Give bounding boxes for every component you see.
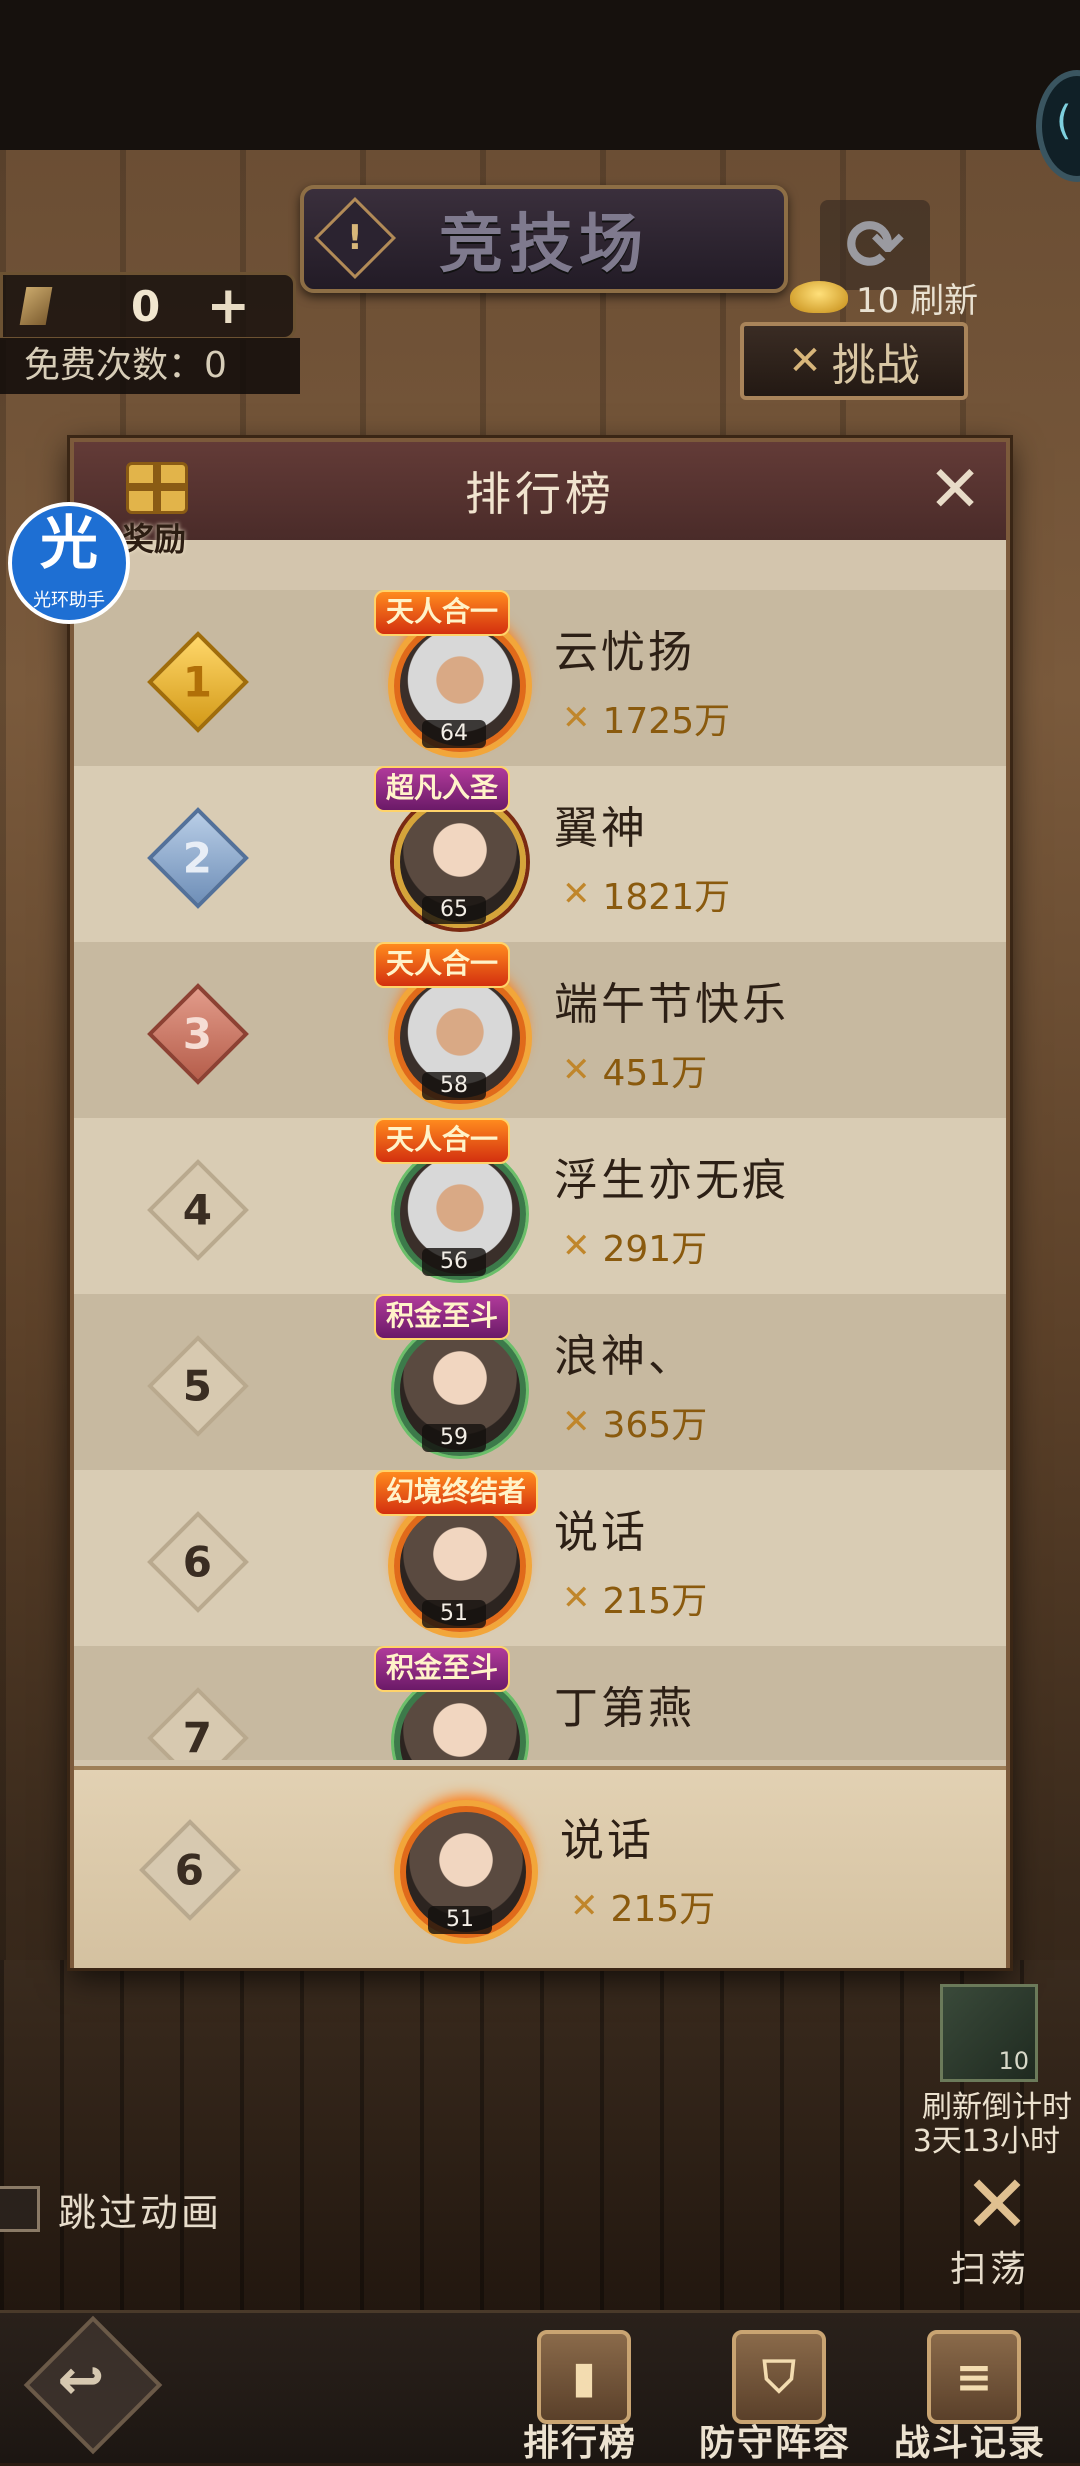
countdown-icon: 10: [940, 1984, 1038, 2082]
modal-header: 奖励 排行榜 ✕: [74, 442, 1006, 558]
player-level: 65: [422, 896, 486, 924]
player-name: 说话: [560, 1815, 654, 1866]
crossed-swords-icon: ✕: [963, 2158, 1031, 2251]
ranking-row[interactable]: 3 58 天人合一 端午节快乐 ✕ 451万: [74, 942, 1006, 1118]
player-avatar[interactable]: 56: [394, 1148, 526, 1280]
player-level: 58: [422, 1072, 486, 1100]
power-value: ✕ 215万: [562, 1578, 708, 1622]
crossed-swords-icon: ✕: [562, 1050, 591, 1090]
player-name: 说话: [554, 1507, 648, 1558]
title-tag: 天人合一: [374, 942, 511, 988]
top-status-area: [0, 0, 1080, 150]
add-ticket-button[interactable]: +: [204, 276, 252, 336]
player-avatar[interactable]: 59: [394, 1324, 526, 1456]
rank-badge: 7: [147, 1687, 249, 1760]
player-name: 云忧扬: [554, 627, 695, 678]
rank-badge: 5: [147, 1335, 249, 1437]
my-avatar[interactable]: 51: [400, 1806, 532, 1938]
power-value: ✕ 1821万: [562, 874, 731, 918]
player-avatar[interactable]: 51: [394, 1500, 526, 1632]
title-tag: 超凡入圣: [374, 766, 511, 812]
gold-ingot-icon: [790, 281, 848, 313]
player-name: 翼神: [554, 803, 648, 854]
crossed-swords-icon: ✕: [562, 874, 591, 914]
crossed-swords-icon: ✕: [562, 1402, 591, 1442]
rank-badge-gold: 1: [147, 631, 249, 733]
ranking-row[interactable]: 7 积金至斗 丁第燕: [74, 1646, 1006, 1760]
player-avatar[interactable]: 65: [394, 796, 526, 928]
ticket-count: 0: [131, 281, 161, 331]
gift-box-icon: [126, 462, 188, 514]
challenge-button[interactable]: ✕ 挑战: [740, 322, 968, 400]
back-arrow-icon: ↩: [57, 2348, 105, 2414]
player-name: 浪神、: [554, 1331, 695, 1382]
player-name: 浮生亦无痕: [554, 1155, 789, 1206]
power-value: ✕ 215万: [570, 1886, 716, 1930]
skip-animation-label[interactable]: 跳过动画: [58, 2182, 222, 2237]
nav-battle-record-button[interactable]: ≡ 战斗记录: [885, 2318, 1055, 2464]
info-icon[interactable]: !: [313, 196, 397, 280]
player-level: 56: [422, 1248, 486, 1276]
crossed-swords-icon: ✕: [562, 1226, 591, 1266]
title-tag: 天人合一: [374, 590, 511, 636]
rank-badge-bronze: 3: [147, 983, 249, 1085]
ranking-row[interactable]: 4 56 天人合一 浮生亦无痕 ✕ 291万: [74, 1118, 1006, 1294]
shield-icon: ⛉: [732, 2330, 826, 2424]
my-ranking-row: 6 51 说话 ✕ 215万: [74, 1766, 1006, 1968]
player-level: 64: [422, 720, 486, 748]
ticket-counter: 0 +: [0, 272, 296, 340]
rank-badge: 6: [147, 1511, 249, 1613]
player-avatar[interactable]: 58: [394, 972, 526, 1104]
assistant-icon: 光: [39, 509, 98, 577]
title-plate: ! 竞技场: [300, 185, 788, 293]
countdown-time: 3天13小时: [912, 2124, 1060, 2159]
rank-badge: 6: [139, 1819, 241, 1921]
refresh-cost[interactable]: 10 刷新: [790, 275, 978, 321]
rank-badge-silver: 2: [147, 807, 249, 909]
title-tag: 天人合一: [374, 1118, 511, 1164]
assistant-floating-button[interactable]: 光 光环助手: [8, 502, 130, 624]
title-tag: 积金至斗: [374, 1646, 511, 1692]
nav-defense-lineup-button[interactable]: ⛉ 防守阵容: [690, 2318, 860, 2464]
player-level: 51: [422, 1600, 486, 1628]
ranking-modal: 奖励 排行榜 ✕ 1 64 天人合一 云忧扬 ✕ 1725万 2 65 超凡入圣 …: [70, 438, 1010, 1968]
player-level: 51: [428, 1906, 492, 1934]
leaderboard-icon: ▮: [537, 2330, 631, 2424]
ranking-list[interactable]: 1 64 天人合一 云忧扬 ✕ 1725万 2 65 超凡入圣 翼神 ✕ 1821万…: [74, 590, 1006, 1760]
power-value: ✕ 1725万: [562, 698, 731, 742]
player-level: 59: [422, 1424, 486, 1452]
player-name: 端午节快乐: [554, 979, 789, 1030]
close-icon[interactable]: ✕: [926, 458, 984, 522]
ticket-icon: [19, 287, 53, 325]
player-name: 丁第燕: [554, 1683, 695, 1734]
rank-badge: 4: [147, 1159, 249, 1261]
crossed-swords-icon: ✕: [570, 1886, 599, 1926]
title-tag: 幻境终结者: [374, 1470, 539, 1516]
free-attempts-label: 免费次数：0: [0, 338, 300, 394]
sweep-button[interactable]: ✕ 扫荡: [936, 2158, 1056, 2291]
ranking-row[interactable]: 6 51 幻境终结者 说话 ✕ 215万: [74, 1470, 1006, 1646]
title-tag: 积金至斗: [374, 1294, 511, 1340]
scroll-icon: ≡: [927, 2330, 1021, 2424]
skip-animation-checkbox[interactable]: [0, 2186, 40, 2232]
crossed-swords-icon: ✕: [562, 1578, 591, 1618]
power-value: ✕ 365万: [562, 1402, 708, 1446]
ranking-row[interactable]: 1 64 天人合一 云忧扬 ✕ 1725万: [74, 590, 1006, 766]
ranking-row[interactable]: 2 65 超凡入圣 翼神 ✕ 1821万: [74, 766, 1006, 942]
modal-title: 排行榜: [465, 467, 615, 521]
crossed-swords-icon: ✕: [788, 338, 822, 384]
crossed-swords-icon: ✕: [562, 698, 591, 738]
page-title: 竞技场: [439, 208, 649, 282]
player-avatar[interactable]: 64: [394, 620, 526, 752]
power-value: ✕ 451万: [562, 1050, 708, 1094]
power-value: ✕ 291万: [562, 1226, 708, 1270]
nav-leaderboard-button[interactable]: ▮ 排行榜: [495, 2318, 665, 2464]
ranking-row[interactable]: 5 59 积金至斗 浪神、 ✕ 365万: [74, 1294, 1006, 1470]
